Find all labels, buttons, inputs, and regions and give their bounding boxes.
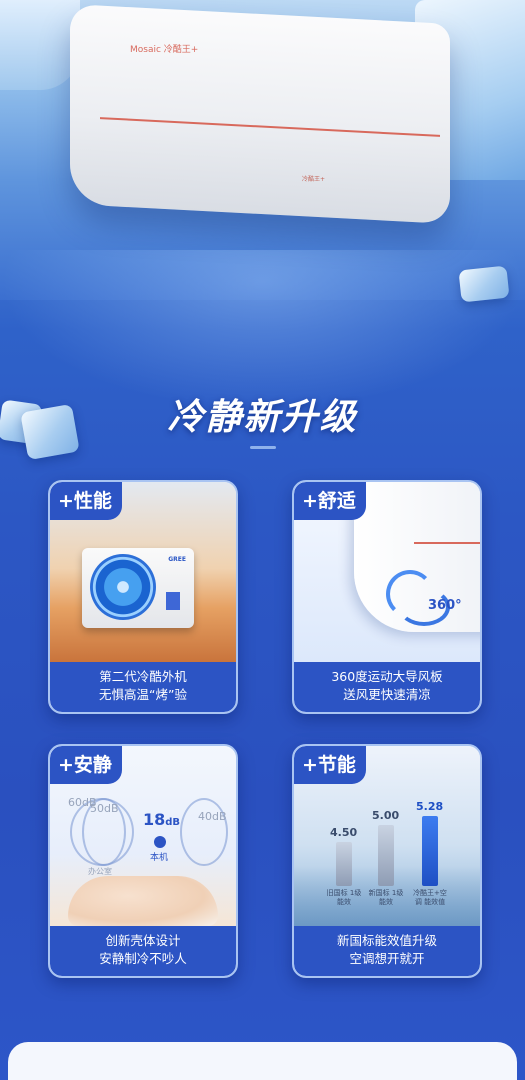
energy-bar-value: 4.50 [330, 826, 358, 839]
caption-line: 创新壳体设计 [105, 933, 181, 948]
ac-badge: 冷酷王+ [302, 176, 326, 183]
ac-logo: Mosaic 冷酷王+ [130, 45, 199, 55]
sleeping-baby-image [68, 876, 218, 926]
energy-bar-value: 5.00 [372, 809, 400, 822]
db-number: 18 [143, 810, 166, 829]
caption-line: 360度运动大导风板 [331, 669, 443, 684]
energy-bar-value: 5.28 [416, 800, 444, 813]
caption-line: 无惧高温“烤”验 [99, 687, 187, 702]
energy-bar [378, 825, 394, 886]
bottom-panel [8, 1042, 517, 1080]
sound-wave-icon [180, 798, 228, 866]
promo-page: Mosaic 冷酷王+ 冷酷王+ 冷静新升级 GREE +性能 第二代冷酷外机 … [0, 0, 525, 1080]
unit-label [166, 592, 180, 610]
feature-tag: +安静 [50, 746, 122, 784]
title-underline [250, 446, 276, 449]
feature-tag: +节能 [294, 746, 366, 784]
db-level: 50dB [90, 802, 119, 815]
db-label: 本机 [150, 853, 169, 863]
feature-tag: +性能 [50, 482, 122, 520]
water-reflection [0, 250, 525, 410]
feature-card-energy: 4.50 旧国标 1级能效 5.00 新国标 1级能效 5.28 冷酷王+空调 能效值 +… [292, 744, 482, 978]
ac-stripe [414, 542, 480, 544]
air-conditioner-image: Mosaic 冷酷王+ 冷酷王+ [70, 4, 460, 234]
energy-bar [422, 816, 438, 886]
db-main-value: 18dB [143, 810, 180, 829]
caption-line: 安静制冷不吵人 [99, 951, 187, 966]
outdoor-unit-image: GREE [82, 548, 194, 628]
db-dot [154, 836, 166, 848]
feature-caption: 创新壳体设计 安静制冷不吵人 [50, 926, 236, 976]
brand-logo: GREE [168, 556, 186, 563]
fan-icon [90, 554, 156, 620]
angle-label: 360° [428, 598, 462, 613]
page-title: 冷静新升级 [167, 397, 358, 438]
iceberg-left [0, 0, 80, 90]
feature-caption: 360度运动大导风板 送风更快速清凉 [294, 662, 480, 712]
ac-body [70, 4, 450, 224]
caption-line: 空调想开就开 [349, 951, 425, 966]
feature-card-quiet: 60dB 50dB 40dB 18dB 本机 办公室 +安静 创新壳体设计 安静… [48, 744, 238, 978]
energy-bar-label: 旧国标 1级能效 [326, 889, 362, 906]
db-level: 40dB [198, 810, 227, 823]
ice-cube-icon [458, 265, 510, 303]
feature-card-comfort: 360° +舒适 360度运动大导风板 送风更快速清凉 [292, 480, 482, 714]
feature-card-performance: GREE +性能 第二代冷酷外机 无惧高温“烤”验 [48, 480, 238, 714]
feature-caption: 第二代冷酷外机 无惧高温“烤”验 [50, 662, 236, 712]
energy-bar [336, 842, 352, 886]
caption-line: 新国标能效值升级 [336, 933, 437, 948]
caption-line: 第二代冷酷外机 [99, 669, 187, 684]
energy-bar-label: 冷酷王+空调 能效值 [413, 889, 447, 906]
db-unit: dB [165, 817, 181, 828]
energy-bar-label: 新国标 1级能效 [368, 889, 404, 906]
feature-caption: 新国标能效值升级 空调想开就开 [294, 926, 480, 976]
feature-tag: +舒适 [294, 482, 366, 520]
caption-line: 送风更快速清凉 [343, 687, 431, 702]
